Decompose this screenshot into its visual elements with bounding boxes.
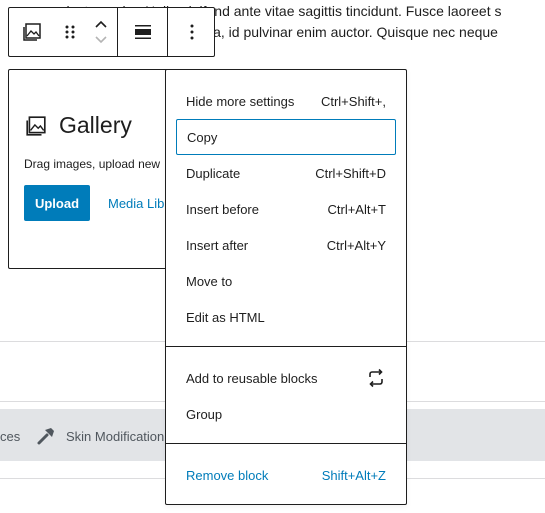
menu-item-duplicate[interactable]: Duplicate Ctrl+Shift+D (176, 155, 396, 191)
menu-item-shortcut: Ctrl+Alt+Y (326, 237, 386, 253)
chevron-down-icon (95, 36, 107, 44)
admin-bar-item[interactable]: ces (0, 429, 20, 444)
gallery-header: Gallery (25, 112, 132, 139)
gallery-icon (23, 23, 41, 41)
upload-button[interactable]: Upload (24, 185, 90, 221)
menu-item-label: Move to (186, 273, 233, 289)
align-icon (134, 25, 151, 39)
menu-item-edit-html[interactable]: Edit as HTML (176, 299, 396, 335)
menu-item-copy[interactable]: Copy (176, 119, 396, 155)
background-text-line: la, id pulvinar enim auctor. Quisque nec… (210, 24, 498, 40)
reusable-block-icon (369, 368, 383, 388)
menu-item-label: Insert before (186, 201, 259, 217)
admin-bar-item-skin[interactable]: Skin Modification (66, 429, 164, 444)
menu-item-label: Remove block (186, 467, 269, 483)
menu-item-insert-before[interactable]: Insert before Ctrl+Alt+T (176, 191, 396, 227)
more-vertical-icon (190, 24, 194, 40)
menu-item-remove-block[interactable]: Remove block Shift+Alt+Z (176, 457, 396, 493)
menu-item-shortcut: Ctrl+Alt+T (327, 201, 386, 217)
gallery-placeholder: Gallery Drag images, upload new Upload M… (8, 69, 178, 269)
drag-handle-icon (65, 25, 75, 39)
menu-separator (166, 443, 406, 444)
menu-item-move-to[interactable]: Move to (176, 263, 396, 299)
menu-item-insert-after[interactable]: Insert after Ctrl+Alt+Y (176, 227, 396, 263)
move-down-button[interactable] (94, 32, 108, 48)
move-up-button[interactable] (94, 16, 108, 32)
menu-item-add-reusable[interactable]: Add to reusable blocks (176, 360, 396, 396)
hammer-icon (37, 428, 54, 445)
menu-item-shortcut: Ctrl+Shift+, (320, 93, 386, 109)
drag-handle[interactable] (55, 8, 85, 56)
block-movers (85, 8, 117, 56)
block-options-menu: Hide more settings Ctrl+Shift+, Copy Dup… (165, 69, 407, 505)
menu-item-hide-settings[interactable]: Hide more settings Ctrl+Shift+, (176, 83, 396, 119)
more-options-button[interactable] (168, 8, 216, 56)
menu-item-label: Hide more settings (186, 93, 295, 109)
gallery-title: Gallery (59, 112, 132, 138)
menu-separator (166, 346, 406, 347)
block-type-button[interactable] (9, 8, 55, 56)
menu-item-shortcut: Shift+Alt+Z (321, 467, 386, 483)
gallery-instructions: Drag images, upload new (24, 157, 161, 171)
gallery-icon (26, 115, 46, 136)
toolbar-group-options (168, 8, 216, 56)
menu-item-label: Add to reusable blocks (186, 370, 318, 386)
block-toolbar (8, 7, 215, 57)
toolbar-group-align (118, 8, 168, 56)
menu-item-label: Insert after (186, 237, 249, 253)
menu-item-label: Copy (187, 129, 218, 145)
menu-item-shortcut: Ctrl+Shift+D (315, 165, 386, 181)
chevron-up-icon (95, 20, 107, 28)
menu-item-label: Duplicate (186, 165, 241, 181)
menu-item-label: Group (186, 406, 223, 422)
menu-item-group[interactable]: Group (176, 396, 396, 432)
toolbar-group-block (9, 8, 118, 56)
menu-item-label: Edit as HTML (186, 309, 265, 325)
align-button[interactable] (118, 8, 167, 56)
media-library-button[interactable]: Media Libr (108, 196, 169, 211)
